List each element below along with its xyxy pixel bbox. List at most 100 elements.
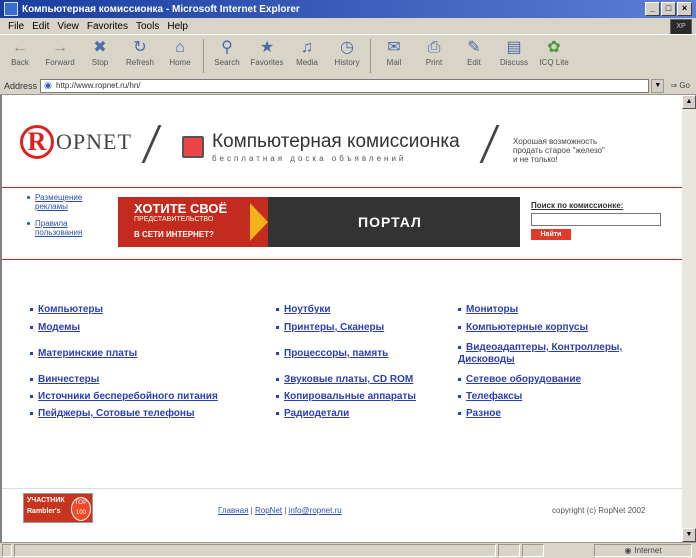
address-dropdown-button[interactable]: ▼	[651, 78, 665, 93]
minimize-button[interactable]: _	[645, 2, 660, 16]
ropnet-logo[interactable]: R OPNET	[20, 125, 132, 159]
edit-icon: ✎	[467, 39, 481, 56]
stop-icon: ✖	[93, 39, 107, 56]
link-advertising[interactable]: Размещение	[27, 193, 117, 202]
address-bar: Address ◉ http://www.ropnet.ru/hn/ ▼ ⇒ G…	[0, 77, 696, 95]
refresh-icon: ↻	[133, 39, 147, 56]
address-label: Address	[4, 80, 38, 91]
menu-edit[interactable]: Edit	[32, 21, 49, 32]
divider-slash	[141, 125, 162, 163]
category-link[interactable]: Модемы	[30, 322, 80, 333]
category-link[interactable]: Процессоры, память	[276, 348, 388, 359]
category-link[interactable]: Компьютеры	[30, 304, 103, 315]
mail-button[interactable]: ✉ Mail	[374, 38, 414, 67]
category-link[interactable]: Материнские платы	[30, 348, 137, 359]
copyright: copyright (c) RopNet 2002	[552, 506, 646, 515]
header-divider	[2, 187, 684, 188]
stop-button[interactable]: ✖ Stop	[80, 38, 120, 67]
category-link[interactable]: Копировальные аппараты	[276, 391, 416, 402]
discuss-icon: ▤	[506, 39, 522, 56]
refresh-button[interactable]: ↻ Refresh	[120, 38, 160, 67]
category-link[interactable]: Телефаксы	[458, 391, 522, 402]
address-url: http://www.ropnet.ru/hn/	[56, 81, 141, 90]
back-button[interactable]: ← Back	[0, 38, 40, 67]
bullet-icon	[27, 222, 30, 226]
security-zone: ◉ Internet	[594, 544, 692, 557]
search-button[interactable]: ⚲ Search	[207, 38, 247, 67]
page-icon: ◉	[44, 80, 52, 90]
rambler-top100-badge[interactable]: УЧАСТНИК Rambler's TOP 100	[23, 493, 93, 523]
scroll-down-button[interactable]: ▼	[682, 528, 696, 542]
home-button[interactable]: ⌂ Home	[160, 38, 200, 67]
site-search: Поиск по комиссионке: Найти	[531, 201, 671, 240]
bullet-icon	[27, 196, 30, 200]
menu-help[interactable]: Help	[167, 21, 188, 32]
logo-r-circle: R	[20, 125, 54, 159]
footer-link-home[interactable]: Главная	[218, 506, 248, 515]
category-link[interactable]: Радиодетали	[276, 408, 349, 419]
print-icon: ⎙	[427, 39, 441, 56]
toolbar: ← Back → Forward ✖ Stop ↻ Refresh ⌂ Home ⚲ Sea…	[0, 34, 696, 78]
link-advertising-2[interactable]: рекламы	[27, 202, 117, 211]
web-page: R OPNET Компьютерная комиссионка бесплат…	[0, 95, 684, 542]
mail-icon: ✉	[387, 39, 401, 56]
menu-favorites[interactable]: Favorites	[87, 21, 128, 32]
footer-divider	[2, 488, 684, 489]
category-link[interactable]: Сетевое оборудование	[458, 374, 581, 385]
back-arrow-icon: ←	[12, 39, 28, 56]
go-arrow-icon: ⇒	[670, 81, 680, 90]
lightning-icon	[250, 203, 268, 241]
windows-logo-icon: XP	[670, 19, 692, 35]
scroll-up-button[interactable]: ▲	[682, 95, 696, 109]
address-input[interactable]: ◉ http://www.ropnet.ru/hn/	[40, 78, 650, 93]
icq-button[interactable]: ✿ ICQ Lite	[534, 38, 574, 67]
globe-icon: ◉	[624, 546, 632, 555]
history-button[interactable]: ◷ History	[327, 38, 367, 67]
category-link[interactable]: Пейджеры, Сотовые телефоны	[30, 408, 195, 419]
category-link[interactable]: Источники бесперебойного питания	[30, 391, 218, 402]
home-icon: ⌂	[175, 39, 185, 56]
category-link[interactable]: Принтеры, Сканеры	[276, 322, 384, 333]
edit-button[interactable]: ✎ Edit	[454, 38, 494, 67]
site-subtitle: бесплатная доска объявлений	[212, 154, 407, 163]
close-button[interactable]: ×	[677, 2, 692, 16]
media-button[interactable]: ♫ Media	[287, 38, 327, 67]
footer-link-email[interactable]: info@ropnet.ru	[289, 506, 342, 515]
link-rules-2[interactable]: пользования	[27, 228, 117, 237]
banner-line-2: ПРЕДСТАВИТЕЛЬСТВО	[134, 216, 214, 223]
banner-divider	[2, 259, 684, 260]
go-button[interactable]: ⇒ Go	[670, 81, 690, 90]
banner-line-3: В СЕТИ ИНТЕРНЕТ?	[134, 230, 214, 239]
print-button[interactable]: ⎙ Print	[414, 38, 454, 67]
forward-button[interactable]: → Forward	[40, 38, 80, 67]
window-title: Компьютерная комиссионка - Microsoft Int…	[22, 3, 300, 15]
ad-banner[interactable]: ХОТИТЕ СВОЁ ПРЕДСТАВИТЕЛЬСТВО В СЕТИ ИНТ…	[118, 197, 520, 247]
category-link[interactable]: Мониторы	[458, 304, 518, 315]
menu-file[interactable]: File	[8, 21, 24, 32]
discuss-button[interactable]: ▤ Discuss	[494, 38, 534, 67]
favorites-icon: ★	[259, 39, 275, 56]
category-link[interactable]: Видеоадаптеры, Контроллеры, Дисководы	[458, 342, 678, 366]
maximize-button[interactable]: □	[661, 2, 676, 16]
divider-slash	[479, 125, 500, 163]
category-link[interactable]: Ноутбуки	[276, 304, 331, 315]
category-link[interactable]: Разное	[458, 408, 501, 419]
status-icon	[2, 544, 12, 557]
history-icon: ◷	[340, 39, 354, 56]
search-input[interactable]	[531, 213, 661, 226]
banner-portal-text: ПОРТАЛ	[358, 214, 422, 230]
favorites-button[interactable]: ★ Favorites	[247, 38, 287, 67]
category-link[interactable]: Компьютерные корпусы	[458, 322, 588, 333]
left-links: Размещение рекламы Правила пользования	[27, 193, 117, 237]
menu-view[interactable]: View	[57, 21, 79, 32]
category-link[interactable]: Звуковые платы, CD ROM	[276, 374, 413, 385]
link-rules[interactable]: Правила	[27, 219, 117, 228]
ie-icon	[4, 2, 18, 16]
search-label: Поиск по комиссионке:	[531, 201, 624, 210]
search-submit-button[interactable]: Найти	[531, 229, 571, 240]
menu-tools[interactable]: Tools	[136, 21, 159, 32]
top100-icon: TOP 100	[71, 497, 91, 521]
category-link[interactable]: Винчестеры	[30, 374, 99, 385]
footer-link-ropnet[interactable]: RopNet	[255, 506, 282, 515]
vertical-scrollbar[interactable]: ▲ ▼	[682, 95, 696, 542]
